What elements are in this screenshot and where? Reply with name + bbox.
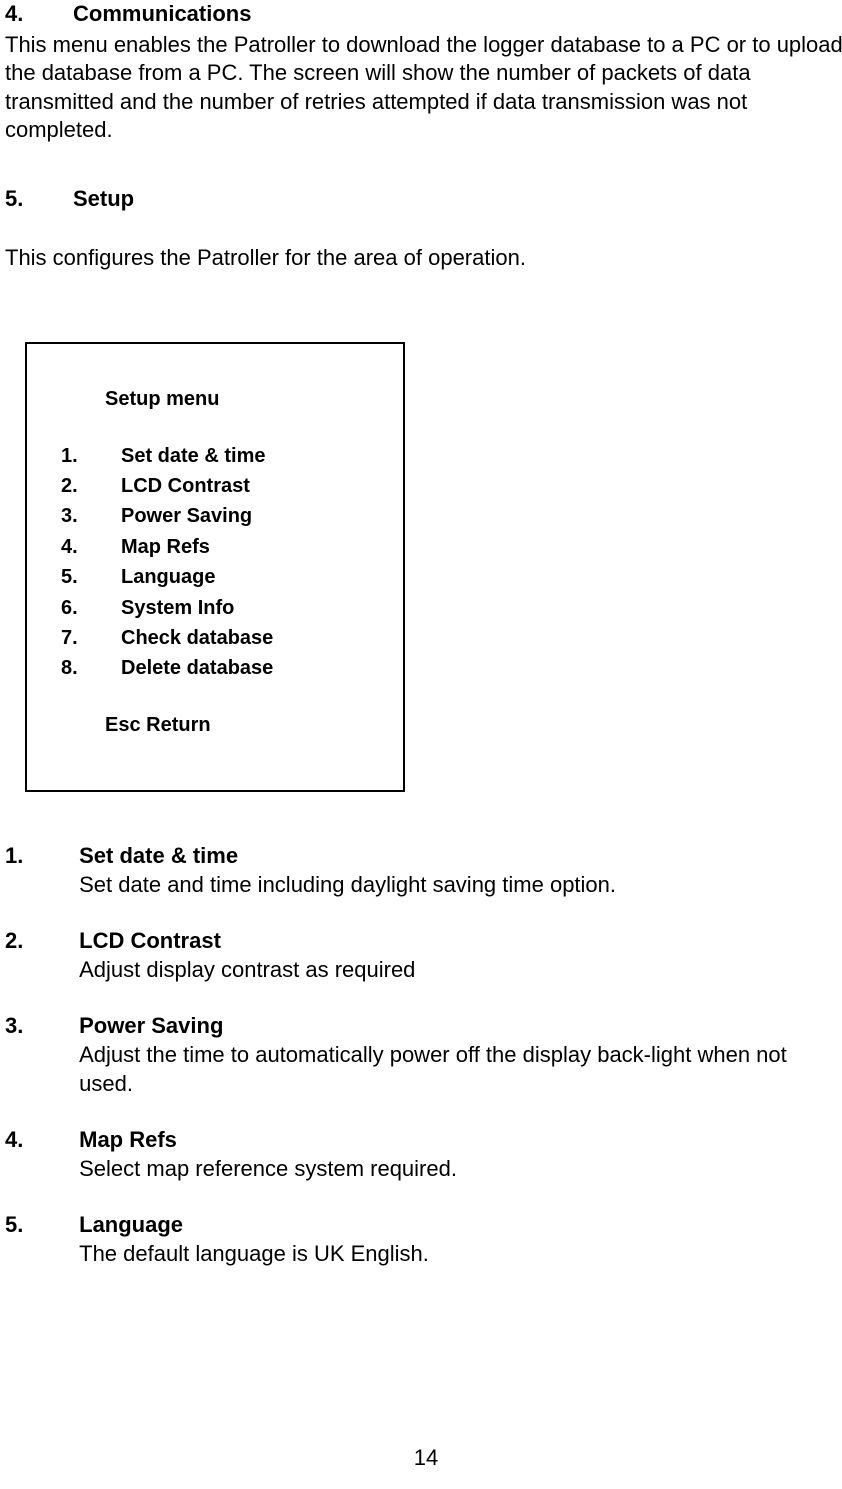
menu-item: 6.System Info [61, 593, 379, 623]
setup-menu-footer: Esc Return [105, 710, 379, 740]
section-5-number: 5. [5, 185, 73, 214]
definition-body: Select map reference system required. [79, 1156, 457, 1181]
definition-row: 4. Map Refs Select map reference system … [5, 1126, 842, 1183]
menu-item: 1.Set date & time [61, 441, 379, 471]
definition-body: The default language is UK English. [79, 1241, 429, 1266]
definition-row: 5. Language The default language is UK E… [5, 1211, 842, 1268]
menu-item: 3.Power Saving [61, 501, 379, 531]
definition-title: Power Saving [79, 1013, 223, 1038]
setup-menu-list: 1.Set date & time 2.LCD Contrast 3.Power… [61, 441, 379, 684]
definition-body: Adjust the time to automatically power o… [79, 1042, 787, 1096]
definition-number: 2. [5, 927, 73, 956]
menu-item: 5.Language [61, 562, 379, 592]
definition-number: 5. [5, 1211, 73, 1240]
section-4-title: Communications [73, 1, 251, 26]
section-4-body: This menu enables the Patroller to downl… [5, 31, 842, 145]
section-4-number: 4. [5, 0, 73, 29]
section-4-heading: 4.Communications [5, 0, 842, 29]
setup-menu-title: Setup menu [105, 384, 379, 414]
menu-item: 4.Map Refs [61, 532, 379, 562]
definition-body: Set date and time including daylight sav… [79, 872, 616, 897]
definition-title: Language [79, 1212, 183, 1237]
section-5-title: Setup [73, 186, 134, 211]
definition-title: LCD Contrast [79, 928, 221, 953]
definition-number: 1. [5, 842, 73, 871]
definition-body: Adjust display contrast as required [79, 957, 415, 982]
menu-item: 8.Delete database [61, 653, 379, 683]
definition-number: 4. [5, 1126, 73, 1155]
page-number: 14 [5, 1444, 842, 1473]
menu-item: 7.Check database [61, 623, 379, 653]
definition-title: Map Refs [79, 1127, 177, 1152]
section-5-body: This configures the Patroller for the ar… [5, 244, 842, 273]
definition-number: 3. [5, 1012, 73, 1041]
setup-menu-box: Setup menu 1.Set date & time 2.LCD Contr… [25, 342, 405, 792]
definition-row: 3. Power Saving Adjust the time to autom… [5, 1012, 842, 1098]
menu-item: 2.LCD Contrast [61, 471, 379, 501]
definition-row: 1. Set date & time Set date and time inc… [5, 842, 842, 899]
section-5-heading: 5.Setup [5, 185, 842, 214]
definition-row: 2. LCD Contrast Adjust display contrast … [5, 927, 842, 984]
definition-title: Set date & time [79, 843, 238, 868]
